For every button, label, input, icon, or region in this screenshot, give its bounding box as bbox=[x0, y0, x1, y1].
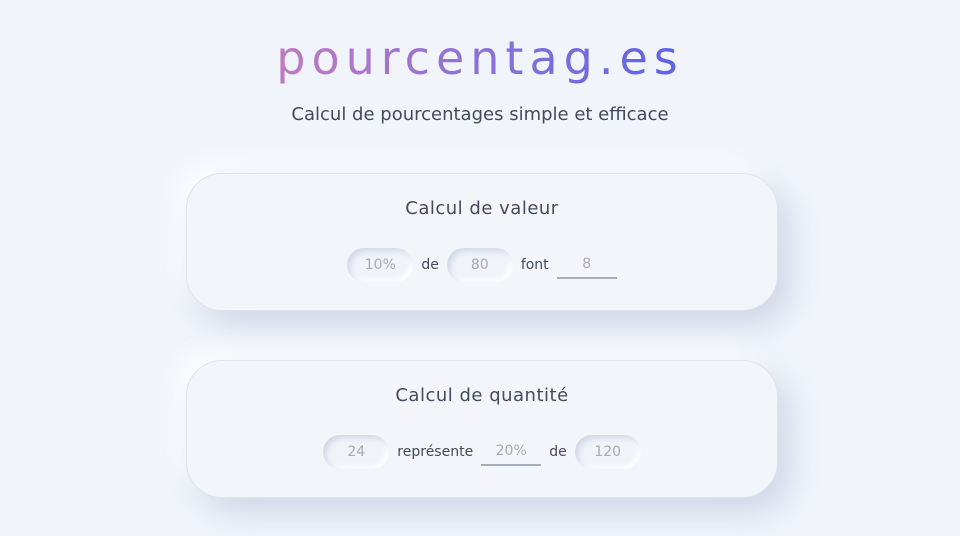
card-title: Calcul de quantité bbox=[395, 385, 569, 406]
represente-label: représente bbox=[397, 444, 474, 460]
site-logo[interactable]: pourcentag.es bbox=[0, 28, 960, 88]
card-title: Calcul de valeur bbox=[405, 198, 559, 219]
value-calculation-card: Calcul de valeur de font bbox=[186, 173, 778, 311]
logo-text[interactable]: pourcentag.es bbox=[276, 31, 683, 85]
result-field[interactable] bbox=[556, 251, 617, 279]
percent-result-field[interactable] bbox=[481, 438, 542, 466]
quantity-calculation-card: Calcul de quantité représente de bbox=[186, 360, 778, 498]
page: pourcentag.es Calcul de pourcentages sim… bbox=[0, 0, 960, 536]
de-label: de bbox=[549, 444, 567, 460]
value-input[interactable] bbox=[323, 435, 390, 469]
total-input[interactable] bbox=[574, 435, 641, 469]
total-input[interactable] bbox=[446, 248, 513, 282]
font-label: font bbox=[520, 257, 549, 273]
calculation-row: représente de bbox=[187, 433, 777, 471]
tagline: Calcul de pourcentages simple et efficac… bbox=[291, 104, 669, 125]
calculation-row: de font bbox=[187, 246, 777, 284]
de-label: de bbox=[421, 257, 439, 273]
percent-input[interactable] bbox=[347, 248, 414, 282]
